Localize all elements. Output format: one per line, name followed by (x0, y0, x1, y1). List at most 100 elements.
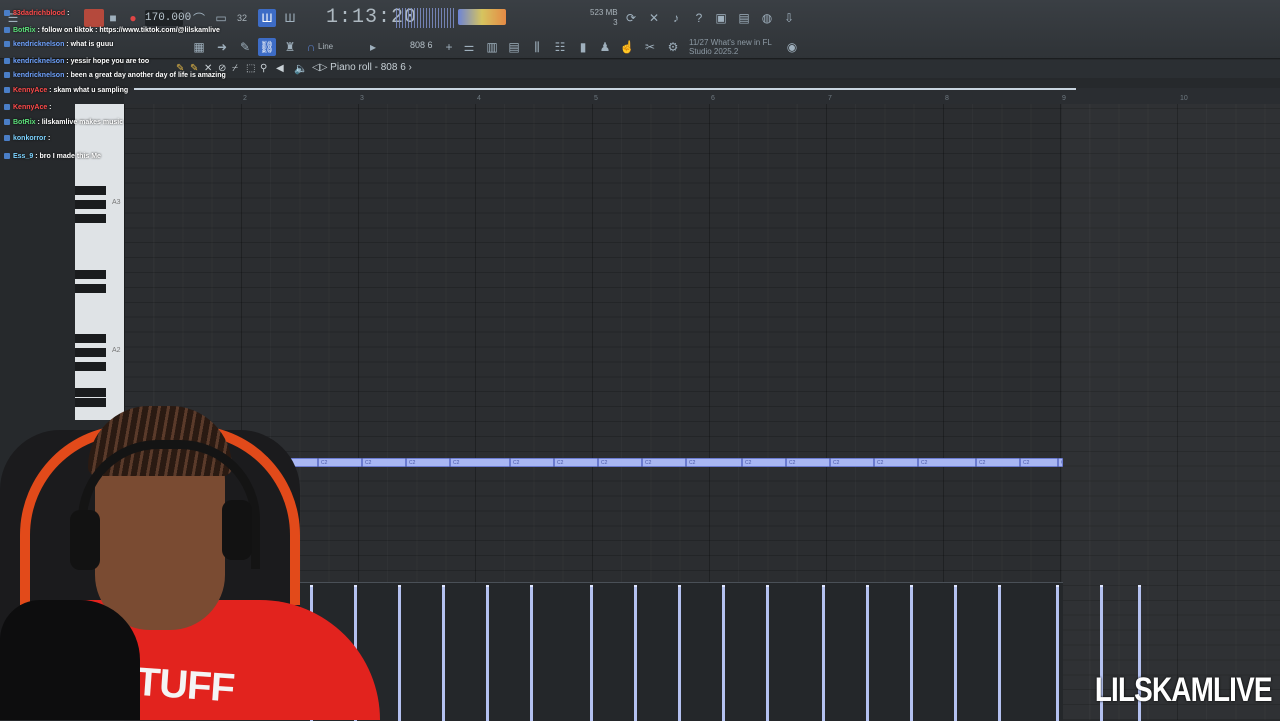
project-icon[interactable]: ▮ (574, 38, 592, 56)
playlist-icon[interactable]: ⚌ (460, 38, 478, 56)
velocity-bar[interactable] (954, 585, 957, 721)
velocity-bar[interactable] (722, 585, 725, 721)
bar-number: 5 (594, 95, 598, 102)
pencil-icon[interactable]: ✎ (236, 38, 254, 56)
note-c2[interactable]: C2 (874, 458, 918, 467)
black-key[interactable] (75, 348, 106, 357)
wait-icon[interactable]: ▭ (212, 9, 230, 27)
select-tool-icon[interactable]: ⬚ (246, 63, 255, 74)
mixer-icon[interactable]: ⫼ (528, 38, 546, 56)
piano-roll-title[interactable]: ◁▷ Piano roll - 808 6 › (312, 62, 412, 73)
browser-icon[interactable]: ☷ (551, 38, 569, 56)
help-icon[interactable]: ? (690, 9, 708, 27)
whats-new-panel[interactable]: 11/27 What's new in FL Studio 2025.2 (689, 38, 772, 56)
download-icon[interactable]: ⇩ (780, 9, 798, 27)
black-key[interactable] (75, 270, 106, 279)
touch-icon[interactable]: ☝ (618, 38, 636, 56)
chat-username: kendricknelson (13, 58, 65, 65)
velocity-bar[interactable] (910, 585, 913, 721)
settings-icon[interactable]: ⚙ (664, 38, 682, 56)
snap-icon[interactable]: ▦ (190, 38, 208, 56)
pattern-icon[interactable] (84, 9, 104, 27)
note-c2[interactable]: C2 (686, 458, 742, 467)
stamp-icon[interactable]: ♜ (281, 38, 299, 56)
note-c2[interactable]: C2 (642, 458, 686, 467)
chat-badge-icon (4, 27, 10, 34)
note-c2[interactable]: C2 (976, 458, 1020, 467)
velocity-bar[interactable] (590, 585, 593, 721)
note-c2[interactable]: C2 (918, 458, 976, 467)
chat-badge-icon (4, 153, 10, 160)
record-icon[interactable]: ● (124, 9, 142, 27)
save-icon[interactable]: ▣ (712, 9, 730, 27)
velocity-bar[interactable] (998, 585, 1001, 721)
chat-text: what is guuu (70, 41, 114, 48)
velocity-bar[interactable] (822, 585, 825, 721)
note-c2[interactable]: C2 (830, 458, 874, 467)
bar-number: 2 (243, 95, 247, 102)
chat-separator: : (46, 135, 51, 142)
channel-rack-icon[interactable]: ▤ (505, 38, 523, 56)
key-label-a2: A2 (112, 347, 121, 354)
velocity-bar[interactable] (486, 585, 489, 721)
song-selection-bar[interactable] (134, 88, 1076, 90)
velocity-bar[interactable] (634, 585, 637, 721)
velocity-bar[interactable] (530, 585, 533, 721)
plugin-icon[interactable]: ▤ (735, 9, 753, 27)
tempo-display[interactable]: 170.000 (145, 10, 191, 26)
black-key[interactable] (75, 186, 106, 195)
note-c2[interactable]: C2 (598, 458, 642, 467)
close-icon[interactable]: ✕ (645, 9, 663, 27)
loop-record-icon[interactable]: Ш (281, 9, 299, 27)
velocity-bar[interactable] (678, 585, 681, 721)
playback-tool-icon[interactable]: ◀ (276, 63, 284, 74)
note-c2[interactable]: C2 (510, 458, 554, 467)
black-key[interactable] (75, 200, 106, 209)
velocity-bar[interactable] (1056, 585, 1059, 721)
link-icon[interactable]: ⛓ (258, 38, 276, 56)
add-pattern-icon[interactable]: + (440, 38, 458, 56)
timeline-ruler[interactable] (124, 88, 1280, 105)
note-c2[interactable]: C2 (1020, 458, 1058, 467)
stop-icon[interactable]: ■ (104, 9, 122, 27)
microphone-icon[interactable]: ♪ (667, 9, 685, 27)
play-small-icon[interactable]: ▸ (364, 38, 382, 56)
velocity-bar[interactable] (442, 585, 445, 721)
chat-badge-icon (4, 119, 10, 126)
pattern-selector[interactable]: 808 6 (410, 40, 433, 50)
time-signature[interactable]: 32 (237, 13, 247, 23)
black-key[interactable] (75, 334, 106, 343)
chat-icon[interactable]: ◍ (758, 9, 776, 27)
slice-tool-icon[interactable]: ⌿ (232, 63, 238, 74)
brush-icon[interactable]: ✂ (641, 38, 659, 56)
velocity-bar[interactable] (766, 585, 769, 721)
arrow-right-icon[interactable]: ➜ (213, 38, 231, 56)
note-c2[interactable]: C2 (406, 458, 450, 467)
note-c2[interactable]: C2 (786, 458, 830, 467)
speaker-icon[interactable]: 🔈 (294, 62, 308, 75)
note-c2[interactable]: C2 (742, 458, 786, 467)
metronome-icon[interactable]: ⌒ (190, 9, 208, 27)
chat-badge-icon (4, 41, 10, 48)
cpu-usage-value: 3 (613, 18, 618, 27)
piano-roll-icon[interactable]: ▥ (483, 38, 501, 56)
black-key[interactable] (75, 284, 106, 293)
black-key[interactable] (75, 388, 106, 397)
black-key[interactable] (75, 214, 106, 223)
chat-badge-icon (4, 58, 10, 65)
note-c2[interactable]: C2 (554, 458, 598, 467)
refresh-icon[interactable]: ⟳ (622, 9, 640, 27)
chat-text: been a great day another day of life is … (70, 72, 226, 79)
note-c2[interactable]: C2 (450, 458, 510, 467)
note-c2[interactable]: C2 (1058, 458, 1063, 467)
velocity-bar[interactable] (398, 585, 401, 721)
piano-keyboard[interactable] (75, 104, 125, 420)
plugin-picker-icon[interactable]: ♟ (596, 38, 614, 56)
zoom-tool-icon[interactable]: ⚲ (260, 63, 267, 74)
countdown-icon[interactable]: Ш (258, 9, 276, 27)
globe-icon[interactable]: ◉ (783, 38, 801, 56)
chat-separator: : (65, 10, 70, 17)
black-key[interactable] (75, 362, 106, 371)
velocity-bar[interactable] (866, 585, 869, 721)
snap-label[interactable]: Line (318, 42, 333, 51)
